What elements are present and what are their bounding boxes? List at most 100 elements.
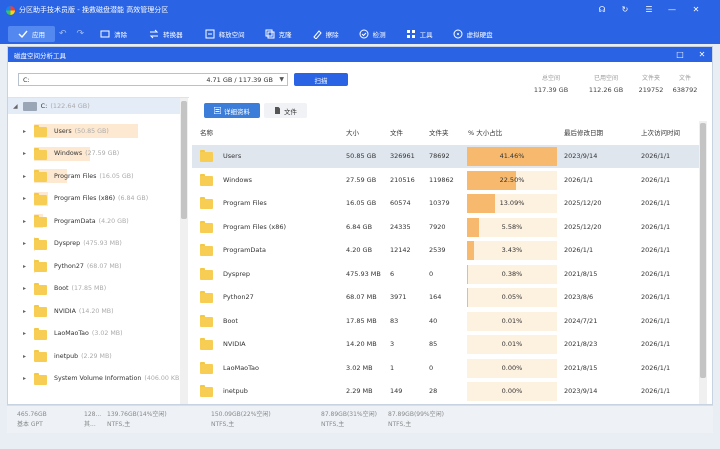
tree-item[interactable]: ▸ NVIDIA (14.20 MB) <box>8 300 180 322</box>
toolbar-convert-button[interactable]: 转换器 <box>143 26 189 42</box>
folder-icon <box>200 291 213 303</box>
close-dialog-icon[interactable]: ✕ <box>696 48 708 60</box>
tree-item[interactable]: ▸ System Volume Information (406.00 KB) <box>8 368 182 390</box>
cell-percent: 13.09% <box>499 199 525 207</box>
chevron-right-icon[interactable]: ▸ <box>23 218 26 225</box>
cell-accessed: 2026/1/1 <box>641 316 671 325</box>
tree-item[interactable]: ▸ Python27 (68.07 MB) <box>8 255 180 277</box>
folder-icon <box>34 350 47 362</box>
virtual-disk-icon <box>453 29 463 39</box>
tools-icon <box>406 29 416 39</box>
tree-item[interactable]: ▸ Program Files (16.05 GB) <box>8 165 180 187</box>
table-row[interactable]: Python27 68.07 MB 3971 164 0.05% 2023/8/6 2026… <box>192 286 707 309</box>
table-row[interactable]: inetpub 2.29 MB 149 28 0.00% 2023/9/14 2026/1/… <box>192 380 707 403</box>
partition-3[interactable]: 150.09GB(22%空闲) NTFS,主 <box>211 410 271 430</box>
close-window-icon[interactable]: ✕ <box>690 3 702 15</box>
redo-icon[interactable]: ↷ <box>77 29 85 39</box>
tree-item[interactable]: ▸ Users (50.85 GB) <box>8 120 180 142</box>
column-header[interactable]: 文件 <box>390 127 403 137</box>
apply-button[interactable]: 应用 <box>8 26 55 42</box>
table-row[interactable]: ProgramData 4.20 GB 12142 2539 3.43% 2026/1/1… <box>192 239 707 262</box>
chevron-down-icon[interactable]: ◢ <box>13 103 18 110</box>
tree-item[interactable]: ▸ Boot (17.85 MB) <box>8 278 180 300</box>
disk-info[interactable]: 465.76GB 基本 GPT <box>17 410 47 430</box>
refresh-icon[interactable]: ↻ <box>619 3 631 15</box>
partition-4[interactable]: 87.89GB(31%空闲) NTFS,主 <box>321 410 377 430</box>
tree-root-name: C: <box>40 102 48 110</box>
tree-root-drive[interactable]: ◢ C: (122.64 GB) <box>8 98 180 114</box>
chevron-right-icon[interactable]: ▸ <box>23 330 26 337</box>
tree-scrollbar[interactable] <box>180 98 188 404</box>
cell-folders: 164 <box>429 293 442 301</box>
minimize-icon[interactable]: — <box>666 3 678 15</box>
tree-item[interactable]: ▸ Program Files (x86) (6.84 GB) <box>8 188 180 210</box>
toolbar-tools-button[interactable]: 工具 <box>400 26 439 42</box>
table-row[interactable]: Windows 27.59 GB 210516 119862 22.50% 2026/1/… <box>192 169 707 192</box>
chevron-right-icon[interactable]: ▸ <box>23 308 26 315</box>
column-header[interactable]: 最后修改日期 <box>564 127 603 137</box>
tree-scrollbar-thumb[interactable] <box>181 101 187 219</box>
table-row[interactable]: Dysprep 475.93 MB 6 0 0.38% 2021/8/15 2026/1/1 <box>192 263 707 286</box>
chevron-right-icon[interactable]: ▸ <box>23 195 26 202</box>
cell-files: 83 <box>390 316 399 325</box>
tree-item[interactable]: ▸ inetpub (2.29 MB) <box>8 345 180 367</box>
column-header[interactable]: 大小 <box>346 127 359 137</box>
table-row[interactable]: Users 50.85 GB 326961 78692 41.46% 2023/9/14 2… <box>192 145 707 168</box>
headset-icon[interactable]: ☊ <box>596 3 608 15</box>
chevron-right-icon[interactable]: ▸ <box>23 353 26 360</box>
drive-select[interactable]: C: 4.71 GB / 117.39 GB ▼ <box>18 73 288 86</box>
table-row[interactable]: Program Files 16.05 GB 60574 10379 13.09% 202… <box>192 192 707 215</box>
chevron-right-icon[interactable]: ▸ <box>23 263 26 270</box>
folder-icon <box>200 173 213 186</box>
maximize-icon[interactable]: □ <box>674 48 686 60</box>
cell-percent: 0.01% <box>501 316 523 325</box>
cell-folders: 119862 <box>429 175 454 184</box>
partition-2[interactable]: 139.76GB(14%空闲) NTFS,主 <box>107 410 167 430</box>
cell-percent: 0.00% <box>501 363 523 372</box>
tree-item[interactable]: ▸ Windows (27.59 GB) <box>8 143 180 165</box>
column-header[interactable]: 名称 <box>200 127 213 137</box>
tree-root-size: (122.64 GB) <box>50 102 90 110</box>
tab-details[interactable]: 详细资料 <box>204 103 260 118</box>
chevron-right-icon[interactable]: ▸ <box>23 285 26 292</box>
chevron-right-icon[interactable]: ▸ <box>23 150 26 157</box>
chevron-right-icon[interactable]: ▸ <box>23 375 26 382</box>
cell-modified: 2025/12/20 <box>564 222 602 231</box>
undo-redo-group: ↶ ↷ <box>59 29 84 39</box>
table-scrollbar-thumb[interactable] <box>700 123 706 378</box>
toolbar-free-space-button[interactable]: 释放空间 <box>199 26 251 42</box>
toolbar-virtual-disk-button[interactable]: 虚拟硬盘 <box>447 26 499 42</box>
column-header[interactable]: 上次访问时间 <box>641 127 680 137</box>
cell-modified: 2026/1/1 <box>564 175 594 184</box>
toolbar-wipe-button[interactable]: 擦除 <box>306 26 345 42</box>
toolbar-clean-button[interactable]: 清除 <box>94 26 133 42</box>
tree-item[interactable]: ▸ ProgramData (4.20 GB) <box>8 210 180 232</box>
table-scrollbar[interactable] <box>699 121 707 404</box>
column-header[interactable]: % 大小占比 <box>468 127 502 137</box>
toolbar-clone-button[interactable]: 克隆 <box>259 26 298 42</box>
toolbar-check-button[interactable]: 检测 <box>353 26 392 42</box>
tree-item[interactable]: ▸ LaoMaoTao (3.02 MB) <box>8 323 180 345</box>
tab-files[interactable]: 文件 <box>264 103 307 118</box>
undo-icon[interactable]: ↶ <box>59 29 67 39</box>
menu-icon[interactable]: ☰ <box>643 3 655 15</box>
table-row[interactable]: NVIDIA 14.20 MB 3 85 0.01% 2021/8/23 2026/1/1 <box>192 333 707 356</box>
tree-item[interactable]: ▸ Dysprep (475.93 MB) <box>8 233 180 255</box>
chevron-right-icon[interactable]: ▸ <box>23 173 26 180</box>
chevron-right-icon[interactable]: ▸ <box>23 240 26 247</box>
tree-item-name: Program Files <box>54 172 97 180</box>
scan-button[interactable]: 扫描 <box>294 73 348 86</box>
partition-5[interactable]: 87.89GB(99%空闲) NTFS,主 <box>388 410 444 430</box>
toolbar: 应用 ↶ ↷ 清除 转换器 释放空间 克隆 擦除 检测 工具 虚拟硬盘 <box>0 24 720 44</box>
partition-1[interactable]: 128... 其... <box>84 410 101 430</box>
table-row[interactable]: Boot 17.85 MB 83 40 0.01% 2024/7/21 2026/1/1 <box>192 310 707 333</box>
table-row[interactable]: LaoMaoTao 3.02 MB 1 0 0.00% 2021/8/15 2026/1/1 <box>192 357 707 380</box>
cell-files: 210516 <box>390 175 415 184</box>
stat-files: 文件 638792 <box>672 75 698 94</box>
tree-item-size: (68.07 MB) <box>86 262 122 270</box>
cell-accessed: 2026/1/1 <box>641 363 671 372</box>
table-row[interactable]: Program Files (x86) 6.84 GB 24335 7920 5.58%… <box>192 216 707 239</box>
chevron-right-icon[interactable]: ▸ <box>23 128 26 135</box>
column-header[interactable]: 文件夹 <box>429 127 449 137</box>
cell-size: 50.85 GB <box>346 152 377 160</box>
